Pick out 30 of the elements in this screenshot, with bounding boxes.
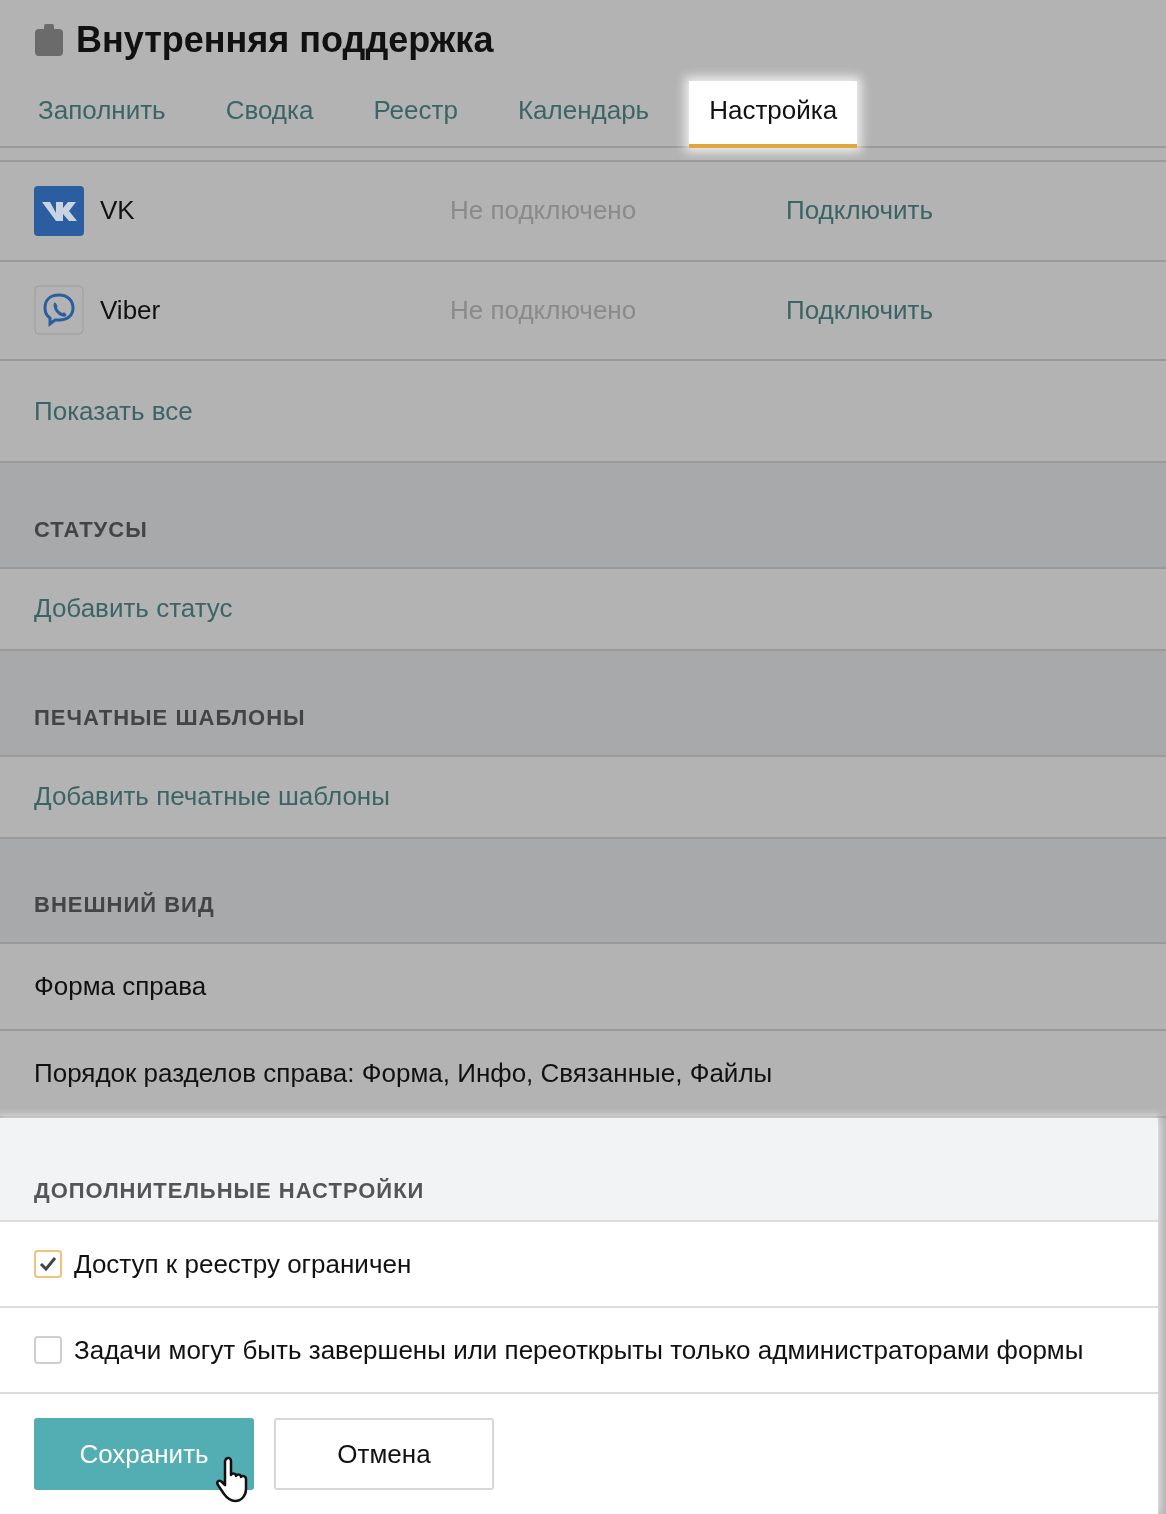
connect-link[interactable]: Подключить <box>786 195 934 227</box>
page-title: Внутренняя поддержка <box>76 18 494 61</box>
checkbox[interactable] <box>34 1336 62 1364</box>
section-title: ДОПОЛНИТЕЛЬНЫЕ НАСТРОЙКИ <box>34 1178 425 1204</box>
tab[interactable]: Настройка <box>689 80 858 148</box>
tab[interactable]: Реестр <box>353 80 478 148</box>
connect-link[interactable]: Подключить <box>786 294 934 326</box>
section-title: ПЕЧАТНЫЕ ШАБЛОНЫ <box>34 704 306 731</box>
cancel-button[interactable]: Отмена <box>274 1418 494 1490</box>
setting-text: Форма справа <box>34 971 207 1003</box>
hand-cursor-icon <box>216 1456 250 1504</box>
integration-name: Viber <box>100 294 161 326</box>
save-button[interactable]: Сохранить <box>34 1418 254 1490</box>
clipboard-icon <box>34 23 64 56</box>
integration-name: VK <box>100 195 135 227</box>
vk-logo-icon <box>34 185 84 236</box>
add-link[interactable]: Добавить печатные шаблоны <box>34 781 390 813</box>
section-title: ВНЕШНИЙ ВИД <box>34 892 215 919</box>
checkbox[interactable] <box>34 1250 62 1278</box>
add-link[interactable]: Добавить статус <box>34 593 233 625</box>
tab[interactable]: Сводка <box>205 80 334 148</box>
viber-logo-icon <box>34 285 84 336</box>
checkbox-label: Доступ к реестру ограничен <box>74 1248 412 1280</box>
checkmark-icon <box>39 1256 57 1272</box>
tab[interactable]: Заполнить <box>18 80 186 148</box>
section-title: СТАТУСЫ <box>34 516 148 543</box>
tab[interactable]: Календарь <box>497 80 670 148</box>
show-all-link[interactable]: Показать все <box>34 395 193 427</box>
checkbox-label: Задачи могут быть завершены или переоткрыты только администраторами формы <box>74 1334 1084 1366</box>
setting-text: Порядок разделов справа: Форма, Инфо, Связанные, Файлы <box>34 1058 773 1090</box>
